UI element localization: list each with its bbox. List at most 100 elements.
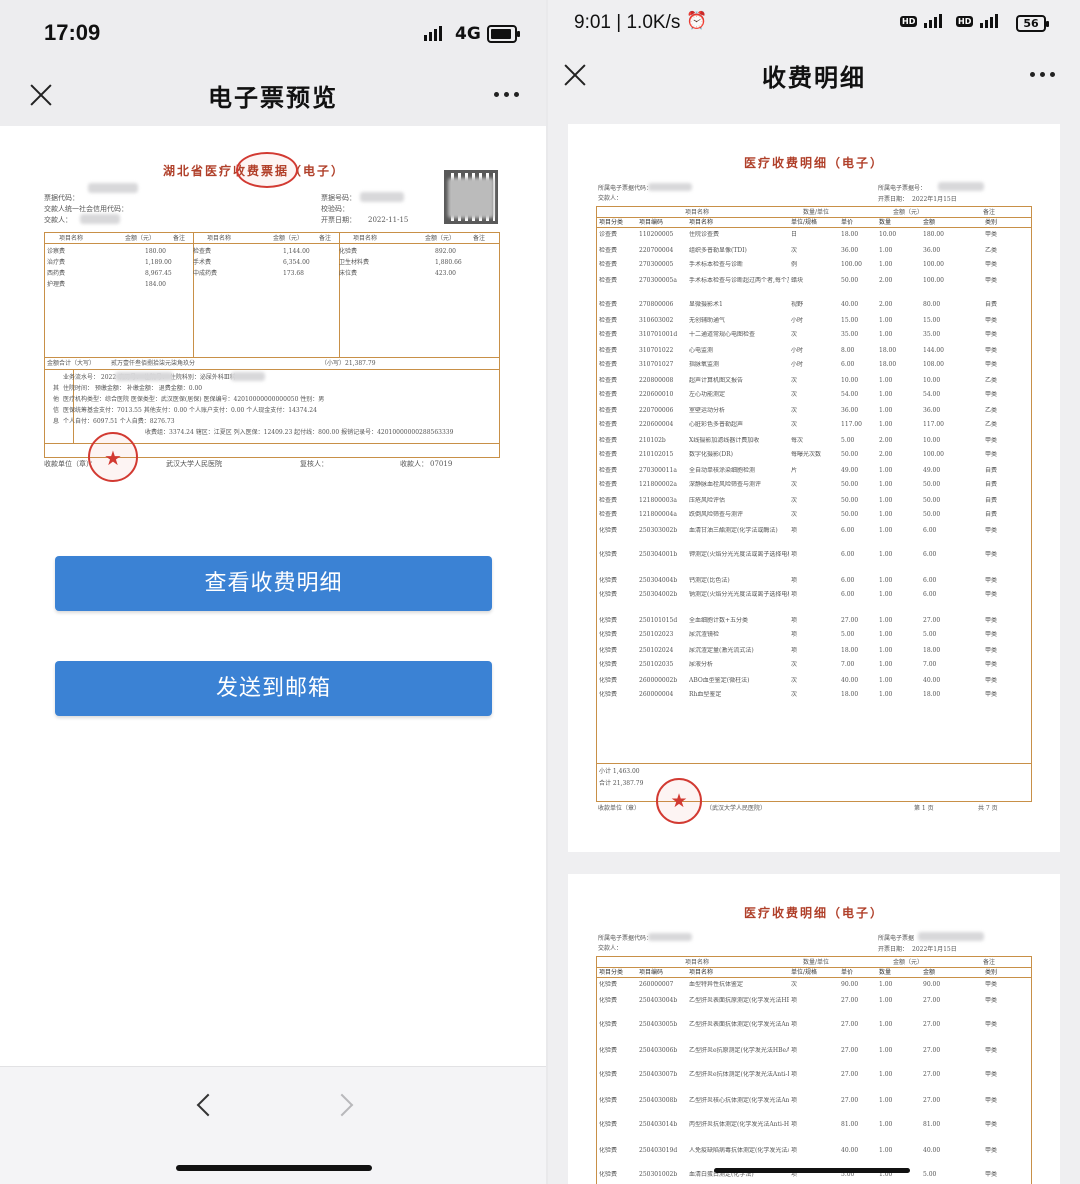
table-cell: 丙型肝炎抗体测定(化学发光法Anti-HCV) bbox=[689, 1121, 789, 1128]
table-cell: 项 bbox=[791, 1047, 798, 1054]
table-cell: 260000002b bbox=[639, 677, 678, 684]
invoice-column-header: 项目名称 bbox=[207, 235, 232, 242]
table-cell: 36.00 bbox=[923, 407, 941, 414]
table-cell: 6.00 bbox=[923, 577, 937, 584]
more-options-icon[interactable] bbox=[1030, 72, 1058, 78]
table-cell: 250403005b bbox=[639, 1021, 678, 1028]
payer-label: 交款人： bbox=[598, 945, 623, 952]
table-cell: 1.00 bbox=[879, 617, 893, 624]
table-cell: 尿沉渣镜检 bbox=[689, 631, 720, 638]
table-cell: 27.00 bbox=[841, 617, 859, 624]
table-cell: 自费 bbox=[985, 467, 998, 474]
table-cell: 超声计算机图文报告 bbox=[689, 377, 744, 384]
table-cell: 甲类 bbox=[985, 391, 998, 398]
send-email-button[interactable]: 发送到邮箱 bbox=[55, 661, 492, 716]
table-cell: 项 bbox=[791, 1071, 798, 1078]
invoice-info-line: 收费组：3374.24 辖区：江夏区 列入医保：12409.23 起付线：800… bbox=[145, 429, 454, 436]
invoice-item-amount: 1,880.66 bbox=[435, 259, 462, 266]
redacted-record bbox=[231, 372, 265, 381]
page-number: 第 1 页 bbox=[914, 805, 934, 812]
table-cell: 甲类 bbox=[985, 1071, 998, 1078]
table-cell: 甲类 bbox=[985, 1121, 998, 1128]
invoice-title-seal bbox=[236, 152, 298, 188]
group-header: 数量/单位 bbox=[803, 959, 830, 966]
table-cell: 110200005 bbox=[639, 231, 674, 238]
table-row: 检查费 310701001d 十二通道常规心电图检查 次 35.00 1.00 35.00 甲… bbox=[597, 331, 1031, 341]
table-cell: 日 bbox=[791, 231, 798, 238]
table-cell: 手术标本检查与诊断超过两个者,每个加收 bbox=[689, 277, 789, 284]
table-cell: 121800002a bbox=[639, 481, 677, 488]
table-cell: 次 bbox=[791, 677, 798, 684]
table-cell: 1.00 bbox=[879, 511, 893, 518]
page-title: 收费明细 bbox=[762, 64, 866, 92]
table-cell: 化验费 bbox=[599, 1071, 618, 1078]
table-cell: 260000007 bbox=[639, 981, 674, 988]
details-title: 医疗收费明细（电子） bbox=[743, 906, 884, 920]
table-cell: 次 bbox=[791, 331, 798, 338]
table-cell: 1.00 bbox=[879, 261, 893, 268]
table-cell: 1.00 bbox=[879, 377, 893, 384]
table-cell: 检查费 bbox=[599, 361, 618, 368]
table-cell: 甲类 bbox=[985, 317, 998, 324]
table-cell: 甲类 bbox=[985, 1047, 998, 1054]
invoice-item-amount: 173.68 bbox=[283, 270, 304, 277]
table-cell: 次 bbox=[791, 691, 798, 698]
table-cell: 250403007b bbox=[639, 1071, 678, 1078]
redacted-code bbox=[648, 933, 692, 941]
table-row: 检查费 210102015 数字化摄影(DR) 每曝光次数 50.00 2.00 100.0… bbox=[597, 451, 1031, 461]
table-cell: 化验费 bbox=[599, 691, 618, 698]
table-row: 化验费 250304002b 钠测定(火焰分光光度法或离子选择电极法)项 6.00 1.… bbox=[597, 591, 1031, 601]
home-indicator bbox=[714, 1168, 910, 1173]
subtotal: 小计 1,463.00 bbox=[599, 768, 640, 775]
invoice-item-amount: 423.00 bbox=[435, 270, 456, 277]
table-cell: 每曝光次数 bbox=[791, 451, 822, 458]
table-cell: 40.00 bbox=[923, 1147, 941, 1154]
table-cell: 310701001d bbox=[639, 331, 678, 338]
column-header: 类别 bbox=[985, 219, 998, 226]
table-cell: 甲类 bbox=[985, 527, 998, 534]
table-cell: 50.00 bbox=[841, 481, 859, 488]
table-cell: 5.00 bbox=[923, 631, 937, 638]
table-cell: 化验费 bbox=[599, 997, 618, 1004]
page-count: 共 7 页 bbox=[978, 805, 998, 812]
more-options-icon[interactable] bbox=[494, 92, 522, 98]
table-cell: 7.00 bbox=[923, 661, 937, 668]
invoice-item-name: 治疗费 bbox=[47, 259, 66, 266]
status-time: 17:09 bbox=[44, 20, 101, 45]
table-cell: 1.00 bbox=[879, 421, 893, 428]
table-cell: 甲类 bbox=[985, 331, 998, 338]
forward-arrow-icon[interactable] bbox=[330, 1093, 354, 1117]
table-cell: 项 bbox=[791, 1097, 798, 1104]
table-cell: 40.00 bbox=[923, 677, 941, 684]
invoice-info-line: 住院时间： 预缴金额： 补缴金额： 退费金额：0.00 bbox=[63, 385, 203, 392]
details-page-2: 医疗收费明细（电子） 所属电子票据代码： 交款人： 所属电子票据 开票日期： 2… bbox=[568, 874, 1060, 1184]
table-cell: 7.00 bbox=[841, 661, 855, 668]
number-label: 所属电子票据号： bbox=[878, 185, 927, 192]
table-row: 检查费 220700006 室壁运动分析 次 36.00 1.00 36.00 乙类 bbox=[597, 407, 1031, 417]
column-header: 类别 bbox=[985, 969, 998, 976]
table-cell: 6.00 bbox=[841, 591, 855, 598]
table-cell: 小时 bbox=[791, 317, 804, 324]
table-row: 检查费 270300005 手术标本检查与诊断 例 100.00 1.00 100.00 甲类 bbox=[597, 261, 1031, 271]
back-arrow-icon[interactable] bbox=[196, 1093, 220, 1117]
table-cell: 1.00 bbox=[879, 691, 893, 698]
table-cell: 甲类 bbox=[985, 631, 998, 638]
redacted-code bbox=[88, 183, 138, 193]
table-cell: 50.00 bbox=[841, 511, 859, 518]
table-cell: 5.00 bbox=[841, 631, 855, 638]
table-cell: 乙类 bbox=[985, 407, 998, 414]
invoice-column-header: 金额（元） bbox=[273, 235, 304, 242]
table-cell: 小时 bbox=[791, 361, 804, 368]
table-cell: 27.00 bbox=[841, 1047, 859, 1054]
total-lower: （小写）21,387.79 bbox=[321, 360, 376, 367]
table-cell: 250101015d bbox=[639, 617, 678, 624]
table-cell: 人免疫缺陷病毒抗体测定(化学发光法Anti-HIV) bbox=[689, 1147, 789, 1154]
group-header: 项目名称 bbox=[685, 209, 710, 216]
table-cell: 40.00 bbox=[841, 1147, 859, 1154]
table-cell: 18.00 bbox=[923, 691, 941, 698]
table-cell: 18.00 bbox=[879, 347, 897, 354]
table-cell: 90.00 bbox=[841, 981, 859, 988]
view-details-button[interactable]: 查看收费明细 bbox=[55, 556, 492, 611]
table-cell: 180.00 bbox=[923, 231, 944, 238]
column-header: 项目名称 bbox=[689, 969, 714, 976]
